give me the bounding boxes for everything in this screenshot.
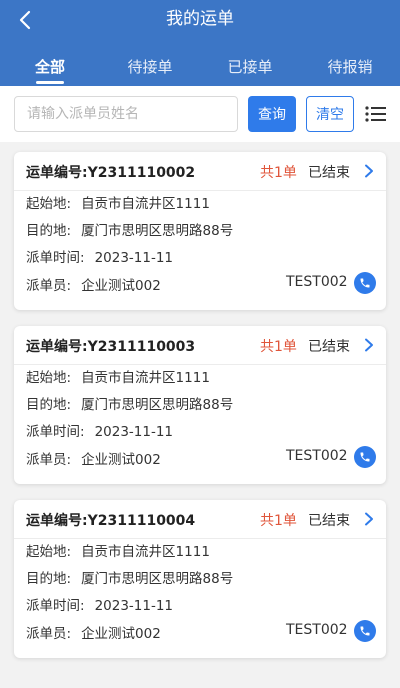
dispatcher-value: 企业测试002 (81, 452, 161, 468)
dispatch-time-row: 派单时间: 2023-11-11 (26, 594, 173, 614)
tab-accepted[interactable]: 已接单 (200, 54, 300, 86)
dispatcher-code: TEST002 (286, 274, 348, 290)
dispatcher-value: 企业测试002 (81, 626, 161, 642)
dest-value: 厦门市思明区思明路88号 (81, 571, 234, 587)
phone-icon (360, 452, 370, 462)
page-title: 我的运单 (166, 9, 234, 29)
order-card[interactable]: 运单编号:Y2311110002 共1单 已结束 起始地: 自贡市自流井区1111… (14, 152, 386, 310)
start-value: 自贡市自流井区1111 (81, 370, 210, 386)
tab-pending-accept[interactable]: 待接单 (100, 54, 200, 86)
dest-label: 目的地: (26, 223, 72, 239)
order-number-value: Y2311110003 (87, 339, 196, 355)
order-number: 运单编号:Y2311110003 (26, 336, 195, 356)
order-number-value: Y2311110004 (87, 513, 196, 529)
order-number-label: 运单编号: (26, 165, 88, 181)
search-bar: 查询 清空 (0, 86, 400, 142)
chevron-right-icon[interactable] (362, 164, 376, 178)
call-button[interactable] (354, 272, 376, 294)
start-value: 自贡市自流井区1111 (81, 544, 210, 560)
dest-row: 目的地: 厦门市思明区思明路88号 (26, 219, 233, 239)
order-number: 运单编号:Y2311110004 (26, 510, 195, 530)
start-row: 起始地: 自贡市自流井区1111 (26, 192, 210, 212)
chevron-right-icon[interactable] (362, 512, 376, 526)
order-number-label: 运单编号: (26, 513, 88, 529)
list-menu-icon (365, 106, 386, 122)
dest-row: 目的地: 厦门市思明区思明路88号 (26, 567, 233, 587)
order-card[interactable]: 运单编号:Y2311110004 共1单 已结束 起始地: 自贡市自流井区1111… (14, 500, 386, 658)
order-number-label: 运单编号: (26, 339, 88, 355)
tab-pending-reimburse[interactable]: 待报销 (300, 54, 400, 86)
dispatch-time-row: 派单时间: 2023-11-11 (26, 420, 173, 440)
dispatcher-row: 派单员: 企业测试002 (26, 274, 161, 294)
start-label: 起始地: (26, 370, 72, 386)
dispatch-time-row: 派单时间: 2023-11-11 (26, 246, 173, 266)
order-status: 已结束 (308, 513, 350, 529)
order-count: 共1单 (260, 165, 297, 181)
order-count: 共1单 (260, 513, 297, 529)
order-count: 共1单 (260, 339, 297, 355)
dispatcher-code: TEST002 (286, 622, 348, 638)
order-card-header: 运单编号:Y2311110004 共1单 已结束 (14, 500, 386, 539)
order-card-header: 运单编号:Y2311110003 共1单 已结束 (14, 326, 386, 365)
dest-label: 目的地: (26, 397, 72, 413)
menu-button[interactable] (364, 102, 388, 126)
call-button[interactable] (354, 620, 376, 642)
phone-icon (360, 278, 370, 288)
call-button[interactable] (354, 446, 376, 468)
dispatcher-row: 派单员: 企业测试002 (26, 448, 161, 468)
dest-label: 目的地: (26, 571, 72, 587)
phone-icon (360, 626, 370, 636)
dispatcher-row: 派单员: 企业测试002 (26, 622, 161, 642)
dispatch-time-label: 派单时间: (26, 598, 85, 614)
dispatcher-value: 企业测试002 (81, 278, 161, 294)
chevron-right-icon[interactable] (362, 338, 376, 352)
dest-value: 厦门市思明区思明路88号 (81, 223, 234, 239)
start-row: 起始地: 自贡市自流井区1111 (26, 540, 210, 560)
dispatch-time-value: 2023-11-11 (94, 250, 174, 266)
order-number-value: Y2311110002 (87, 165, 196, 181)
order-status: 已结束 (308, 339, 350, 355)
dest-row: 目的地: 厦门市思明区思明路88号 (26, 393, 233, 413)
dispatch-time-value: 2023-11-11 (94, 424, 174, 440)
start-label: 起始地: (26, 544, 72, 560)
start-label: 起始地: (26, 196, 72, 212)
tab-all[interactable]: 全部 (0, 54, 100, 86)
order-number: 运单编号:Y2311110002 (26, 162, 195, 182)
dispatch-time-value: 2023-11-11 (94, 598, 174, 614)
dispatcher-code: TEST002 (286, 448, 348, 464)
app-header: 我的运单 全部 待接单 已接单 待报销 (0, 0, 400, 86)
dispatcher-label: 派单员: (26, 452, 72, 468)
dest-value: 厦门市思明区思明路88号 (81, 397, 234, 413)
dispatcher-label: 派单员: (26, 278, 72, 294)
query-button[interactable]: 查询 (248, 96, 296, 132)
dispatcher-label: 派单员: (26, 626, 72, 642)
dispatch-time-label: 派单时间: (26, 424, 85, 440)
dispatch-time-label: 派单时间: (26, 250, 85, 266)
order-status: 已结束 (308, 165, 350, 181)
clear-button[interactable]: 清空 (306, 96, 354, 132)
start-value: 自贡市自流井区1111 (81, 196, 210, 212)
order-card[interactable]: 运单编号:Y2311110003 共1单 已结束 起始地: 自贡市自流井区1111… (14, 326, 386, 484)
tab-bar: 全部 待接单 已接单 待报销 (0, 54, 400, 86)
order-card-header: 运单编号:Y2311110002 共1单 已结束 (14, 152, 386, 191)
dispatcher-search-input[interactable] (14, 96, 238, 132)
start-row: 起始地: 自贡市自流井区1111 (26, 366, 210, 386)
